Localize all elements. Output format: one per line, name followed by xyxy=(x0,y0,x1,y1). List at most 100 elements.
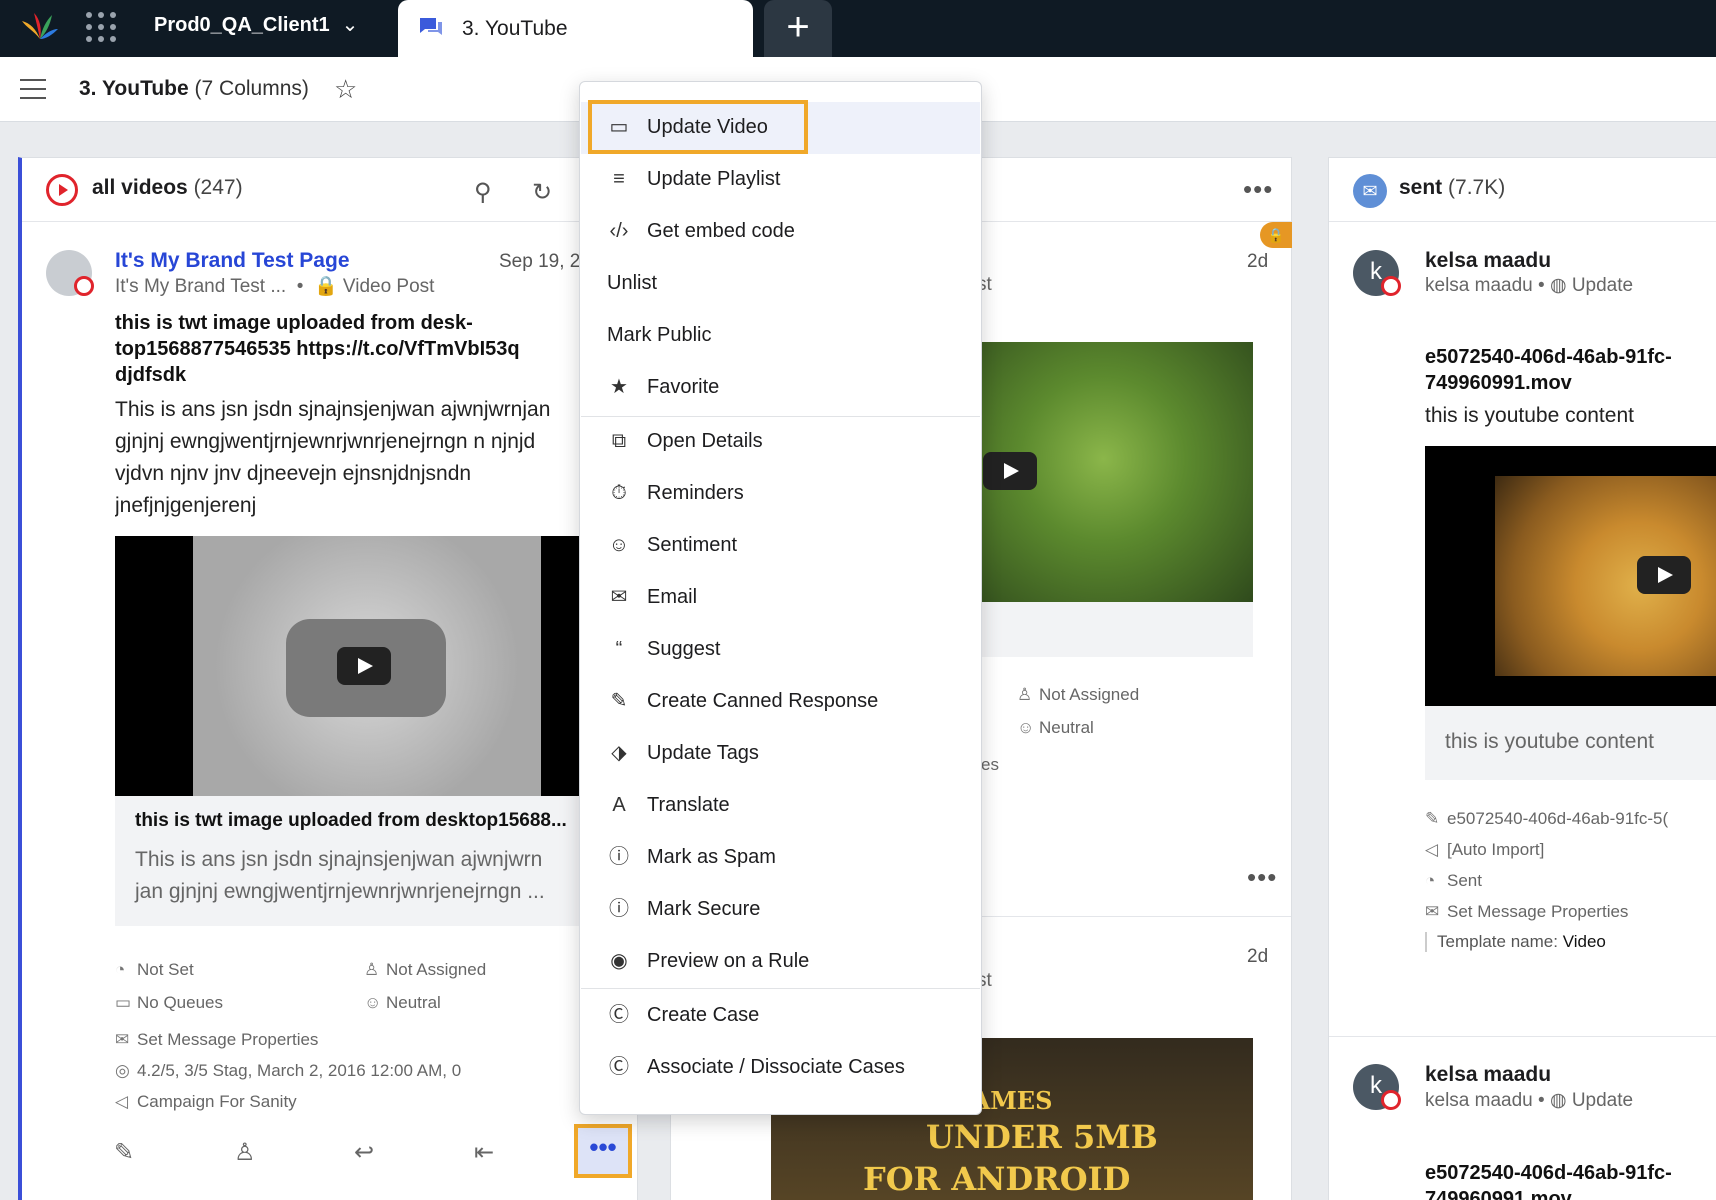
tab-youtube[interactable]: 3. YouTube xyxy=(398,0,753,57)
post-body: This is ans jsn jsdn sjnajnsjenjwan ajwn… xyxy=(115,398,551,517)
magic-wand-icon[interactable]: ✎ xyxy=(114,1138,134,1167)
post-actions-menu: ▭ Update Video ≡ Update Playlist ‹/› Get em… xyxy=(579,81,982,1115)
add-tab-button[interactable]: + xyxy=(764,0,832,57)
link-preview-card[interactable]: this is youtube content xyxy=(1425,706,1716,780)
meta-rating: ◎ 4.2/5, 3/5 Stag, March 2, 2016 12:00 AM… xyxy=(115,1061,462,1080)
meta-properties[interactable]: ✉ Set Message Properties xyxy=(115,1030,318,1050)
menu-item-create-canned-response[interactable]: ✎ Create Canned Response xyxy=(581,676,980,728)
forward-icon[interactable]: ⇤ xyxy=(474,1138,494,1167)
alert-icon: ⓘ xyxy=(609,846,629,868)
translate-icon: A xyxy=(612,794,626,816)
refresh-icon[interactable]: ↻ xyxy=(532,178,552,207)
post-author[interactable]: kelsa maadu xyxy=(1425,1063,1551,1087)
menu-item-get-embed-code[interactable]: ‹/› Get embed code xyxy=(581,206,980,258)
meta-status[interactable]: ◔ Sent xyxy=(1425,871,1482,891)
meta-sentiment[interactable]: ☺ Neutral xyxy=(364,993,441,1013)
menu-item-mark-secure[interactable]: ⓘ Mark Secure xyxy=(581,884,980,936)
youtube-badge-icon xyxy=(1381,1090,1401,1110)
globe-icon: ◍ xyxy=(1549,1090,1567,1111)
play-icon[interactable] xyxy=(1637,556,1691,594)
menu-item-mark-public[interactable]: Mark Public xyxy=(581,310,980,362)
meta-file[interactable]: ✎ e5072540-406d-46ab-91fc-5( xyxy=(1425,809,1668,829)
menu-item-email[interactable]: ✉ Email xyxy=(581,572,980,624)
video-thumbnail[interactable] xyxy=(1425,446,1716,706)
tag-icon: ⬗ xyxy=(611,742,627,764)
meta-assignee[interactable]: ♙ Not Assigned xyxy=(364,960,486,980)
menu-item-unlist[interactable]: Unlist xyxy=(581,258,980,310)
youtube-badge-icon xyxy=(74,276,94,296)
assign-icon: ♙ xyxy=(1017,685,1033,704)
star-icon[interactable]: ☆ xyxy=(334,74,357,105)
meta-queues[interactable]: ▭ No Queues xyxy=(115,993,223,1013)
assign-action-icon[interactable]: ♙ xyxy=(234,1138,256,1167)
chevron-down-icon: ⌄ xyxy=(341,14,359,36)
workspace-switcher[interactable]: Prod0_QA_Client1 ⌄ xyxy=(154,12,358,37)
meta-sentiment[interactable]: ☺ Neutral xyxy=(1017,718,1094,738)
play-icon[interactable] xyxy=(337,647,391,685)
play-icon[interactable] xyxy=(983,452,1037,490)
app-launcher-icon[interactable] xyxy=(84,10,118,44)
more-options-button[interactable]: ••• xyxy=(574,1124,632,1178)
meta-import[interactable]: ◁ [Auto Import] xyxy=(1425,840,1544,860)
menu-item-mark-as-spam[interactable]: ⓘ Mark as Spam xyxy=(581,832,980,884)
column-all-videos: all videos (247) ⚲ ↻ It's My Brand Test … xyxy=(18,157,638,1200)
search-icon[interactable]: ⚲ xyxy=(474,178,492,207)
case-icon: Ⓒ xyxy=(609,1004,629,1026)
post-more-icon[interactable]: ••• xyxy=(1247,862,1277,893)
menu-item-associate-dissociate-cases[interactable]: Ⓒ Associate / Dissociate Cases xyxy=(581,1042,980,1094)
top-bar: Prod0_QA_Client1 ⌄ 3. YouTube + xyxy=(0,0,1716,57)
queue-icon: ▭ xyxy=(115,993,132,1012)
menu-item-favorite[interactable]: ★ Favorite xyxy=(581,362,980,414)
alert-icon: ⓘ xyxy=(609,898,629,920)
sent-icon: ✉ xyxy=(1353,174,1387,208)
star-icon: ★ xyxy=(610,376,628,398)
menu-item-reminders[interactable]: ⏱ Reminders xyxy=(581,468,980,520)
post-author[interactable]: kelsa maadu xyxy=(1425,249,1551,273)
template-name: Template name: Video xyxy=(1425,932,1606,952)
email-icon: ✉ xyxy=(610,586,628,608)
conversation-icon xyxy=(420,18,442,35)
menu-item-suggest[interactable]: “Suggest xyxy=(581,624,980,676)
lock-icon: 🔒 xyxy=(313,276,338,297)
menu-item-create-case[interactable]: Ⓒ Create Case xyxy=(581,990,980,1042)
megaphone-icon: ◁ xyxy=(115,1092,129,1111)
highlight-box xyxy=(588,100,808,154)
post-title: this is twt image uploaded from desk- to… xyxy=(115,312,520,386)
sentiment-icon: ☺ xyxy=(608,534,630,556)
video-thumbnail[interactable] xyxy=(115,536,599,796)
globe-icon: ◍ xyxy=(1549,275,1567,296)
sprinklr-logo-icon[interactable] xyxy=(20,9,60,49)
quote-icon: “ xyxy=(615,638,623,660)
meta-campaign[interactable]: ◁ Campaign For Sanity xyxy=(115,1092,297,1112)
menu-item-update-tags[interactable]: ⬗ Update Tags xyxy=(581,728,980,780)
menu-item-sentiment[interactable]: ☺ Sentiment xyxy=(581,520,980,572)
page-title: 3. YouTube (7 Columns) xyxy=(79,77,309,100)
reply-icon[interactable]: ↩ xyxy=(354,1138,374,1167)
post-title: e5072540-406d-46ab-91fc- 749960991.mov xyxy=(1425,1162,1672,1200)
sentiment-icon: ☺ xyxy=(1017,718,1035,737)
menu-item-translate[interactable]: A Translate xyxy=(581,780,980,832)
user-circle-icon: ◎ xyxy=(115,1061,130,1080)
eye-icon: ◉ xyxy=(610,950,628,972)
menu-item-open-details[interactable]: ⧉ Open Details xyxy=(581,416,980,468)
video-thumbnail[interactable] xyxy=(981,342,1253,602)
meta-status[interactable]: ◔ Not Set xyxy=(115,960,194,980)
menu-item-update-playlist[interactable]: ≡ Update Playlist xyxy=(581,154,980,206)
menu-item-preview-on-a-rule[interactable]: ◉ Preview on a Rule xyxy=(581,936,980,988)
sentiment-icon: ☺ xyxy=(364,993,382,1012)
post-sub: kelsa maadu • ◍ Update xyxy=(1425,1090,1634,1111)
post-author[interactable]: It's My Brand Test Page xyxy=(115,249,350,273)
open-details-icon: ⧉ xyxy=(611,430,627,452)
assign-icon: ♙ xyxy=(364,960,380,979)
column-header: all videos (247) ⚲ ↻ xyxy=(22,158,637,222)
meta-properties[interactable]: ✉ Set Message Properties xyxy=(1425,902,1628,922)
lock-badge-icon: 🔒 xyxy=(1260,222,1292,248)
link-preview-card[interactable]: this is twt image uploaded from desktop1… xyxy=(115,796,599,926)
hamburger-menu-icon[interactable] xyxy=(20,79,46,99)
email-icon: ✉ xyxy=(115,1030,130,1049)
edit-icon: ✎ xyxy=(1425,809,1440,828)
edit-icon: ✎ xyxy=(610,690,628,712)
column-more-icon[interactable]: ••• xyxy=(1243,174,1273,205)
playlist-icon: ≡ xyxy=(613,168,625,190)
meta-assignee[interactable]: ♙ Not Assigned xyxy=(1017,685,1139,705)
